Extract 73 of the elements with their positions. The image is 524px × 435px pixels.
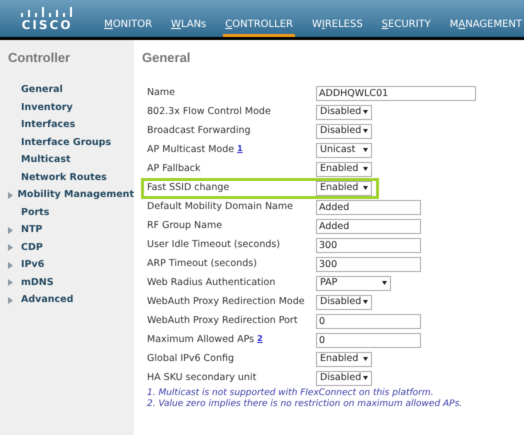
dropdown[interactable]: Disabled xyxy=(316,104,372,120)
sidebar-item[interactable]: CDP xyxy=(21,240,43,255)
page-title: General xyxy=(142,49,192,67)
field-label: Name xyxy=(147,86,176,100)
sidebar-item[interactable]: Ports xyxy=(21,206,50,220)
dropdown-arrow-icon xyxy=(363,110,368,114)
footnote-text: 2. Value zero implies there is no restriction on maximum allowed APs. xyxy=(147,398,464,410)
field-label: User Idle Timeout (seconds) xyxy=(147,238,280,252)
logo-text: CISCO xyxy=(22,18,73,30)
field-label: Fast SSID change xyxy=(147,180,230,195)
field-label: Global IPv6 Config xyxy=(147,352,234,366)
dropdown[interactable]: Enabled xyxy=(316,180,372,196)
sidebar-item[interactable]: General xyxy=(21,83,63,98)
text-field[interactable]: 0 xyxy=(316,332,421,348)
expand-arrow-icon[interactable] xyxy=(8,192,13,199)
sidebar-item[interactable]: NTP xyxy=(21,223,42,238)
field-label: HA SKU secondary unit xyxy=(147,370,256,385)
dropdown-arrow-icon xyxy=(363,376,368,380)
nav-tab[interactable]: MANAGEMENT xyxy=(448,17,524,37)
footnote-link[interactable]: 2 xyxy=(257,332,263,345)
field-label: WebAuth Proxy Redirection Mode xyxy=(147,294,305,309)
nav-tab[interactable]: WLANs xyxy=(169,17,208,37)
dropdown-arrow-icon xyxy=(363,167,368,171)
field-label: AP Fallback xyxy=(147,162,201,176)
footnote-text: 1. Multicast is not supported with FlexConnect on this platform. xyxy=(147,388,434,398)
dropdown[interactable]: Enabled xyxy=(316,352,372,366)
dropdown-arrow-icon xyxy=(382,281,387,285)
dropdown-arrow-icon xyxy=(363,186,368,190)
field-label: ARP Timeout (seconds) xyxy=(147,256,257,271)
nav-tab[interactable]: MONITOR xyxy=(102,17,154,37)
nav-tab[interactable]: WIRELESS xyxy=(310,17,365,37)
expand-arrow-icon[interactable] xyxy=(8,244,13,252)
text-field[interactable]: ADDHQWLC01 xyxy=(316,86,476,100)
text-field[interactable]: Added xyxy=(316,200,421,214)
text-field[interactable]: Added xyxy=(316,218,421,234)
dropdown[interactable]: Disabled xyxy=(316,124,372,138)
expand-arrow-icon[interactable] xyxy=(8,226,13,234)
sidebar-item[interactable]: Interface Groups xyxy=(21,136,112,150)
field-label: Default Mobility Domain Name xyxy=(147,200,293,214)
field-label: Broadcast Forwarding xyxy=(147,124,251,138)
text-field[interactable]: 0 xyxy=(316,314,421,328)
field-label: 802.3x Flow Control Mode xyxy=(147,104,271,119)
dropdown-arrow-icon xyxy=(363,300,368,304)
field-label: RF Group Name xyxy=(147,218,222,233)
sidebar-title: Controller xyxy=(8,49,72,67)
dropdown-arrow-icon xyxy=(363,357,368,361)
field-label: AP Multicast Mode xyxy=(147,142,234,157)
sidebar-item[interactable]: Mobility Management xyxy=(17,188,134,202)
nav-tab[interactable]: SECURITY xyxy=(380,17,433,37)
dropdown[interactable]: Enabled xyxy=(316,162,372,176)
expand-arrow-icon[interactable] xyxy=(8,279,13,286)
expand-arrow-icon[interactable] xyxy=(8,296,13,304)
text-field[interactable]: 300 xyxy=(316,238,421,252)
expand-arrow-icon[interactable] xyxy=(8,262,13,269)
field-label: WebAuth Proxy Redirection Port xyxy=(147,314,298,328)
sidebar-item[interactable]: Inventory xyxy=(21,100,73,115)
dropdown-arrow-icon xyxy=(363,148,368,152)
footnote-link[interactable]: 1 xyxy=(237,142,243,155)
dropdown-arrow-icon xyxy=(363,129,368,133)
sidebar-item[interactable]: Multicast xyxy=(21,153,71,168)
sidebar-item[interactable]: Advanced xyxy=(21,293,74,308)
sidebar-item[interactable]: Network Routes xyxy=(21,170,107,185)
field-label: Maximum Allowed APs xyxy=(147,332,254,347)
logo-bars-icon xyxy=(21,6,74,18)
dropdown[interactable]: Disabled xyxy=(316,370,372,386)
dropdown[interactable]: Disabled xyxy=(316,294,372,310)
text-field[interactable]: 300 xyxy=(316,256,421,272)
sidebar-item[interactable]: IPv6 xyxy=(21,258,44,272)
dropdown[interactable]: PAP xyxy=(316,276,391,290)
dropdown[interactable]: Unicast xyxy=(316,142,372,158)
sidebar-item[interactable]: Interfaces xyxy=(21,118,76,132)
sidebar-item[interactable]: mDNS xyxy=(21,276,54,290)
field-label: Web Radius Authentication xyxy=(147,276,276,290)
